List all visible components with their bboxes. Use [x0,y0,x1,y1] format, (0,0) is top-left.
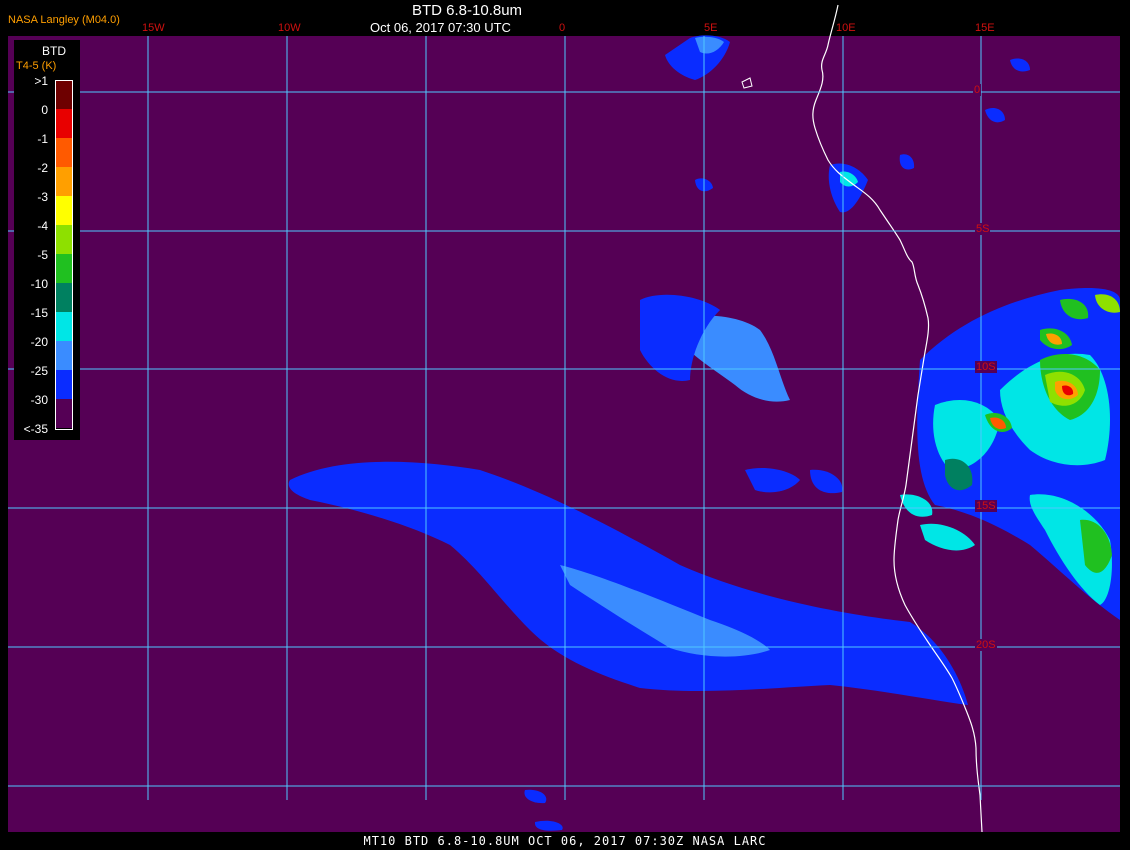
lat-label-20s: 20S [975,639,997,651]
legend-label: -30 [30,393,48,407]
legend-label: -1 [37,132,48,146]
map-datetime: Oct 06, 2017 07:30 UTC [370,20,511,35]
lon-label-15e: 15E [975,22,995,34]
satellite-map [8,4,1120,833]
color-legend: BTD T4-5 (K) >1 0 -1 -2 -3 -4 -5 -10 -15 -20 -25 -3… [14,40,80,440]
legend-label: >1 [34,74,48,88]
legend-label: -3 [37,190,48,204]
lat-label-10s: 10S [975,361,997,373]
lon-label-10e: 10E [836,22,856,34]
lon-label-0: 0 [559,22,566,34]
legend-label: -10 [30,277,48,291]
legend-label: -5 [37,248,48,262]
legend-label: -20 [30,335,48,349]
legend-subtitle: T4-5 (K) [16,60,57,72]
legend-frame [55,80,73,430]
lat-label-5s: 5S [975,223,991,235]
lon-label-5e: 5E [704,22,718,34]
footer-caption: MT10 BTD 6.8-10.8UM OCT 06, 2017 07:30Z … [0,832,1130,850]
map-title: BTD 6.8-10.8um [412,2,523,19]
lon-label-15w: 15W [142,22,165,34]
legend-title: BTD [42,44,66,58]
lat-label-0: 0 [973,84,982,96]
credit-label: NASA Langley (M04.0) [8,14,120,26]
lon-label-10w: 10W [278,22,301,34]
legend-label: -4 [37,219,48,233]
legend-label: 0 [41,103,48,117]
legend-label: <-35 [23,422,48,436]
legend-label: -15 [30,306,48,320]
legend-label: -25 [30,364,48,378]
legend-label: -2 [37,161,48,175]
lat-label-15s: 15S [975,500,997,512]
